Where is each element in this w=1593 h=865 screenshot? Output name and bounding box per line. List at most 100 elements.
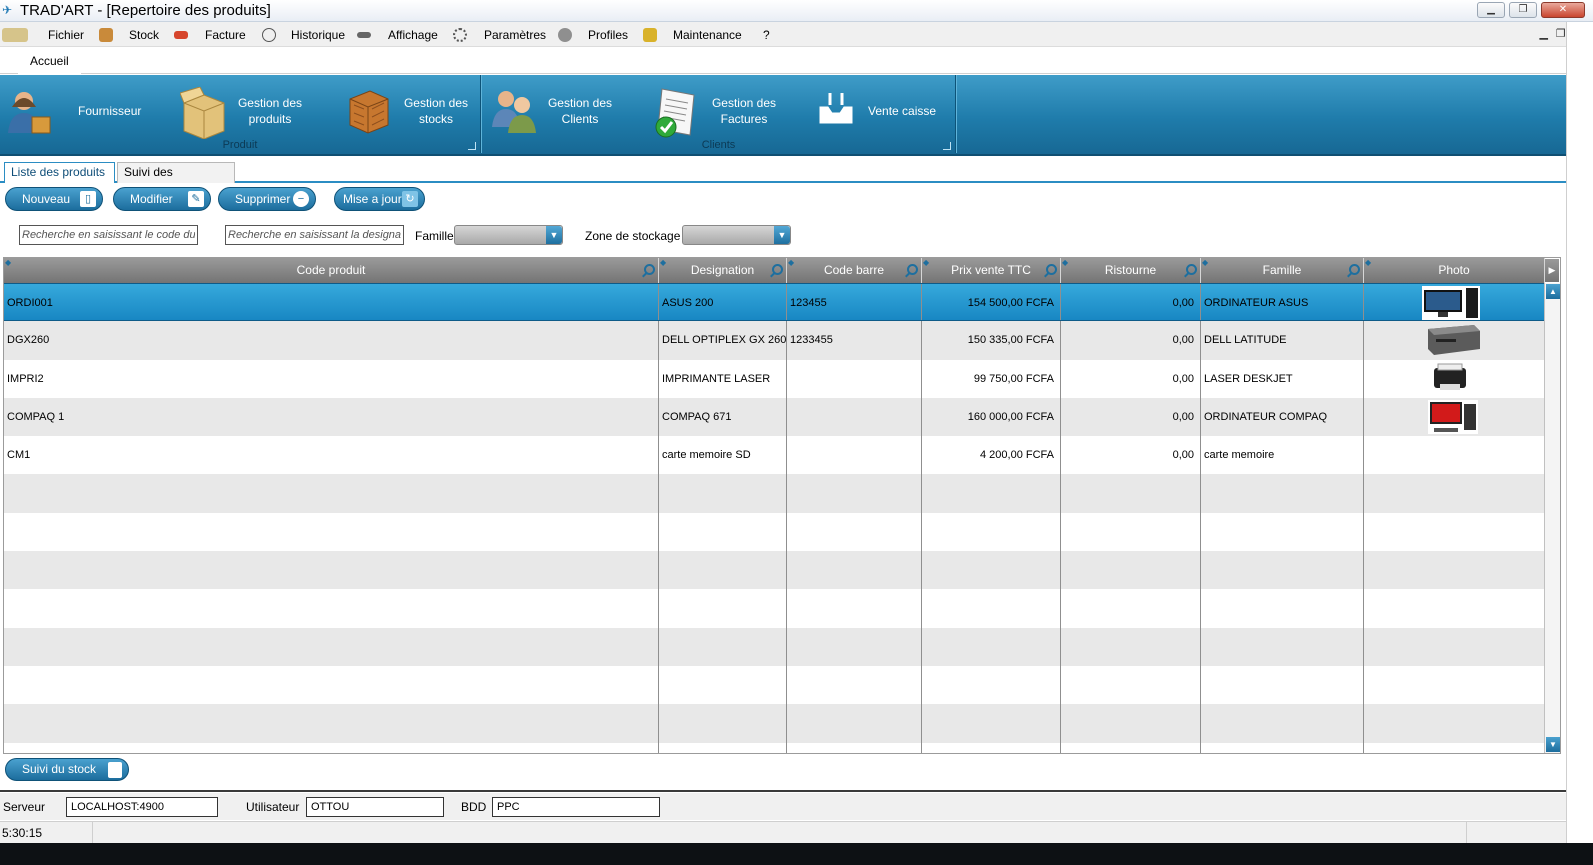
menu-help[interactable]: ? — [763, 27, 770, 43]
menu-affichage[interactable]: Affichage — [388, 27, 438, 43]
products-button[interactable]: Gestion des produits — [179, 83, 308, 140]
cell-price: 154 500,00 FCFA — [922, 284, 1061, 321]
menu-fichier[interactable]: Fichier — [48, 27, 84, 43]
status-divider — [1466, 822, 1467, 844]
menu-facture[interactable]: Facture — [205, 27, 246, 43]
delete-label: Supprimer — [235, 192, 291, 206]
tab-product-list[interactable]: Liste des produits — [4, 162, 115, 183]
cell-designation: carte memoire SD — [659, 436, 787, 475]
minimize-button[interactable]: ▁ — [1477, 2, 1505, 18]
column-header-family[interactable]: ◆ Famille — [1201, 258, 1364, 283]
filter-search-icon[interactable] — [1046, 264, 1057, 275]
group-label-clients: Clients — [701, 139, 736, 151]
cash-sale-button[interactable]: Vente caisse — [818, 83, 936, 139]
famille-select[interactable]: ▼ — [454, 225, 563, 245]
menu-historique[interactable]: Historique — [291, 27, 345, 43]
clients-button[interactable]: Gestion des Clients — [490, 83, 618, 139]
new-button[interactable]: Nouveau ▯ — [5, 187, 103, 211]
sort-icon: ◆ — [660, 258, 667, 267]
close-button[interactable]: ✕ — [1541, 2, 1585, 18]
sort-icon: ◆ — [5, 258, 12, 267]
table-row[interactable]: CM1 carte memoire SD 4 200,00 FCFA 0,00 … — [4, 436, 1545, 475]
chevron-down-icon: ▼ — [774, 226, 790, 244]
ribbon-group-clients: Gestion des Clients Gestion des Factures — [482, 75, 956, 153]
eye-icon — [357, 27, 371, 43]
column-header-code[interactable]: ◆ Code produit — [4, 258, 659, 283]
compaq-desktop-photo — [1428, 399, 1478, 434]
asus-desktop-photo — [1422, 286, 1480, 320]
menu-maintenance[interactable]: Maintenance — [673, 27, 742, 43]
cell-family: LASER DESKJET — [1201, 359, 1364, 398]
table-row[interactable]: IMPRI2 IMPRIMANTE LASER 99 750,00 FCFA 0… — [4, 359, 1545, 398]
cell-family: ORDINATEUR COMPAQ — [1201, 397, 1364, 437]
stock-tracking-button[interactable]: Suivi du stock — [5, 758, 129, 781]
menu-stock[interactable]: Stock — [129, 27, 159, 43]
scroll-down-icon[interactable]: ▼ — [1546, 737, 1560, 752]
ribbon-group-produit: Fournisseur Gestion des produits Gestion… — [0, 75, 481, 153]
chevron-right-icon[interactable]: ▶ — [1545, 259, 1559, 282]
empty-row — [4, 551, 1545, 590]
filter-search-icon[interactable] — [907, 264, 918, 275]
menu-parametres[interactable]: Paramètres — [484, 27, 546, 43]
zone-label: Zone de stockage — [585, 229, 681, 243]
open-box-icon — [179, 86, 225, 140]
status-divider — [92, 822, 93, 844]
delete-button[interactable]: Supprimer − — [218, 187, 316, 211]
empty-row — [4, 665, 1545, 705]
invoice-icon — [174, 27, 188, 43]
zone-select[interactable]: ▼ — [682, 225, 791, 245]
user-field[interactable]: OTTOU — [306, 797, 444, 817]
table-row[interactable]: DGX260 DELL OPTIPLEX GX 260 1233455 150 … — [4, 321, 1545, 360]
column-header-barcode[interactable]: ◆ Code barre — [787, 258, 922, 283]
filter-search-icon[interactable] — [644, 264, 655, 275]
db-label: BDD — [461, 800, 487, 814]
vertical-scrollbar[interactable]: ▲ ▼ — [1544, 283, 1560, 753]
filter-search-icon[interactable] — [1186, 264, 1197, 275]
column-header-designation[interactable]: ◆ Designation — [659, 258, 787, 283]
menu-profiles[interactable]: Profiles — [588, 27, 628, 43]
new-document-icon: ▯ — [80, 191, 96, 207]
column-header-photo[interactable]: ◆ Photo — [1364, 258, 1545, 283]
group-launcher-icon[interactable] — [468, 142, 476, 150]
db-field[interactable]: PPC — [492, 797, 660, 817]
table-row[interactable]: COMPAQ 1 COMPAQ 671 160 000,00 FCFA 0,00… — [4, 397, 1545, 437]
table-row[interactable]: ORDI001 ASUS 200 123455 154 500,00 FCFA … — [4, 283, 1545, 322]
cell-photo — [1364, 436, 1545, 475]
cell-price: 99 750,00 FCFA — [922, 359, 1061, 398]
tab-accueil[interactable]: Accueil — [18, 52, 81, 74]
cell-barcode — [787, 359, 922, 398]
new-label: Nouveau — [22, 192, 71, 206]
restore-button[interactable]: ❐ — [1509, 2, 1537, 18]
box-icon — [99, 27, 113, 43]
group-label-produit: Produit — [222, 139, 258, 151]
empty-row — [4, 512, 1545, 552]
menu-logo-icon — [2, 27, 28, 43]
sort-icon: ◆ — [923, 258, 930, 267]
update-button[interactable]: Mise a jour ↻ — [334, 187, 425, 211]
server-field[interactable]: LOCALHOST:4900 — [66, 797, 218, 817]
famille-label: Famille — [415, 229, 454, 243]
cell-barcode: 123455 — [787, 284, 922, 321]
window-controls: ▁ ❐ ✕ — [1477, 2, 1585, 18]
filter-search-icon[interactable] — [1349, 264, 1360, 275]
mdi-minimize-icon[interactable]: ▁ — [1539, 27, 1547, 40]
cell-barcode — [787, 397, 922, 437]
edit-button[interactable]: Modifier ✎ — [113, 187, 211, 211]
cell-discount: 0,00 — [1061, 284, 1201, 321]
supplier-button[interactable]: Fournisseur — [4, 83, 141, 139]
tab-movements[interactable]: Suivi des mouvements — [117, 162, 235, 198]
invoices-button[interactable]: Gestion des Factures — [654, 83, 782, 139]
cell-discount: 0,00 — [1061, 397, 1201, 437]
column-header-discount[interactable]: ◆ Ristourne — [1061, 258, 1201, 283]
stocks-button[interactable]: Gestion des stocks — [346, 83, 474, 139]
column-header-price[interactable]: ◆ Prix vente TTC — [922, 258, 1061, 283]
mdi-restore-icon[interactable]: ❐ — [1556, 27, 1566, 40]
empty-row — [4, 742, 1545, 753]
cell-designation: IMPRIMANTE LASER — [659, 359, 787, 398]
code-search-input[interactable] — [19, 225, 198, 245]
filter-search-icon[interactable] — [772, 264, 783, 275]
group-launcher-icon[interactable] — [943, 142, 951, 150]
scroll-up-icon[interactable]: ▲ — [1546, 284, 1560, 299]
designation-search-input[interactable] — [225, 225, 404, 245]
products-label: Gestion des produits — [237, 96, 303, 126]
